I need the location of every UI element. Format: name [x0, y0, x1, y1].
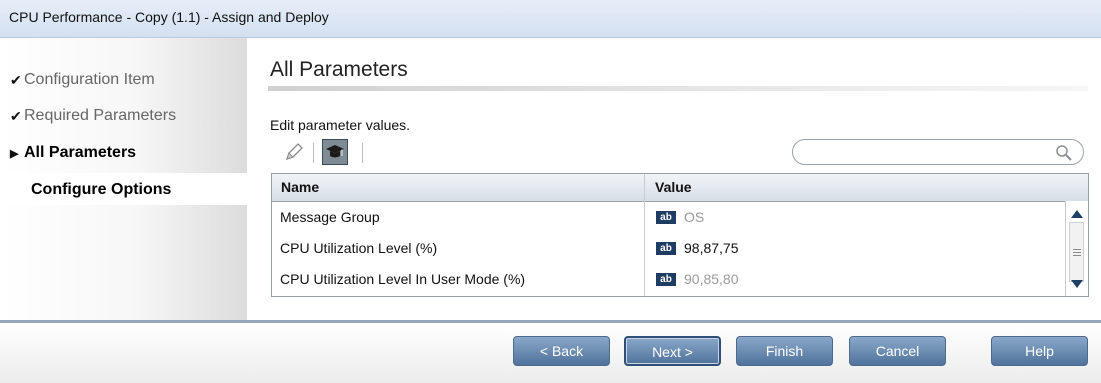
step-configure-options[interactable]: Configure Options: [10, 181, 171, 199]
step-label: All Parameters: [24, 144, 137, 161]
graduation-cap-icon[interactable]: [322, 139, 348, 165]
value-text: 98,87,75: [684, 240, 739, 256]
parameter-name: CPU Utilization Level (%): [280, 240, 438, 256]
toolbar-separator: [313, 143, 314, 163]
value-text: 90,85,80: [684, 271, 739, 287]
help-button[interactable]: Help: [991, 336, 1088, 366]
window-title: CPU Performance - Copy (1.1) - Assign an…: [9, 9, 329, 25]
parameter-value: ab OS: [656, 209, 704, 225]
parameter-value: ab 98,87,75: [656, 240, 739, 256]
table-row[interactable]: Message Group ab OS: [272, 202, 1064, 233]
search-field[interactable]: [792, 139, 1084, 165]
value-text: OS: [684, 209, 705, 225]
step-all-parameters[interactable]: ▶ All Parameters: [10, 144, 136, 162]
vertical-scrollbar[interactable]: [1065, 201, 1088, 296]
scroll-up-arrow-icon[interactable]: [1071, 210, 1083, 218]
next-button[interactable]: Next >: [624, 336, 721, 366]
page-title: All Parameters: [270, 58, 408, 81]
cancel-button[interactable]: Cancel: [849, 336, 946, 366]
parameter-value: ab 90,85,80: [656, 271, 739, 287]
table-header: Name Value: [272, 174, 1088, 202]
check-icon: ✔: [10, 71, 22, 88]
step-label: Configuration Item: [24, 71, 155, 88]
step-configuration-item[interactable]: ✔ Configuration Item: [10, 71, 155, 89]
finish-button[interactable]: Finish: [736, 336, 833, 366]
title-bar: CPU Performance - Copy (1.1) - Assign an…: [0, 0, 1101, 38]
search-input[interactable]: [805, 143, 1049, 163]
column-header-name[interactable]: Name: [281, 179, 319, 195]
title-divider: [268, 86, 1088, 91]
grip-line: [1073, 255, 1081, 256]
column-header-value[interactable]: Value: [655, 179, 692, 195]
table-row[interactable]: CPU Utilization Level In User Mode (%) a…: [272, 264, 1064, 295]
table-row[interactable]: CPU Utilization Level (%) ab 98,87,75: [272, 233, 1064, 264]
parameter-name: Message Group: [280, 209, 380, 225]
step-required-parameters[interactable]: ✔ Required Parameters: [10, 107, 176, 125]
grip-line: [1073, 249, 1081, 250]
text-type-icon: ab: [656, 272, 676, 286]
parameter-name: CPU Utilization Level In User Mode (%): [280, 271, 526, 287]
scroll-thumb[interactable]: [1069, 222, 1084, 282]
wizard-sidebar: ✔ Configuration Item ✔ Required Paramete…: [0, 38, 247, 320]
instruction-text: Edit parameter values.: [270, 117, 411, 133]
triangle-right-icon: ▶: [10, 147, 19, 160]
parameters-table: Name Value Message Group ab OS CPU Utili…: [271, 173, 1089, 297]
check-icon: ✔: [10, 107, 22, 124]
step-label: Required Parameters: [24, 107, 177, 124]
grip-line: [1073, 252, 1081, 253]
toolbar-separator: [362, 143, 363, 163]
pencil-icon[interactable]: [283, 141, 305, 163]
text-type-icon: ab: [656, 241, 676, 255]
step-label: Configure Options: [31, 181, 172, 198]
text-type-icon: ab: [656, 210, 676, 224]
scroll-down-arrow-icon[interactable]: [1071, 280, 1083, 288]
back-button[interactable]: < Back: [513, 336, 610, 366]
search-icon[interactable]: [1055, 144, 1073, 162]
